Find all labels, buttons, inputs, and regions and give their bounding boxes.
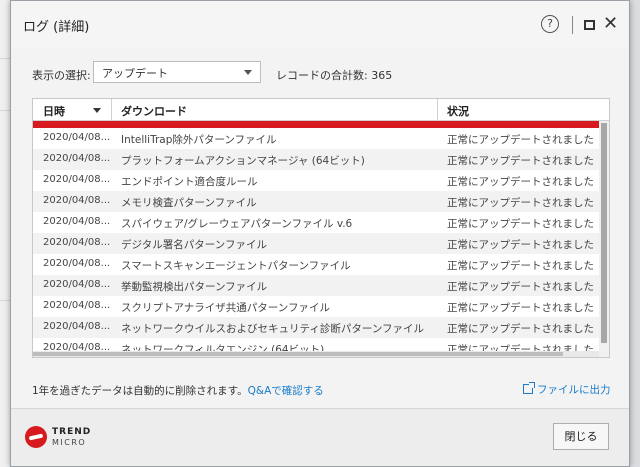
column-header-status[interactable]: 状況	[447, 103, 469, 119]
column-divider[interactable]	[111, 99, 112, 121]
retention-note-text: 1年を過ぎたデータは自動的に削除されます。	[32, 385, 248, 397]
dialog-content: 表示の選択: アップデート レコードの合計数: 365 日時 ダウンロード 状況…	[11, 48, 629, 408]
cell-date: 2020/04/08...	[43, 258, 111, 269]
cell-download: デジタル署名パターンファイル	[121, 239, 267, 251]
logo-text-trend: TREND	[52, 427, 92, 437]
cell-download: メモリ検査パターンファイル	[121, 197, 257, 209]
cell-status: 正常にアップデートされました	[447, 134, 594, 146]
table-row[interactable]: 2020/04/08... IntelliTrap除外パターンファイル 正常にアップ…	[33, 128, 599, 149]
table-header: 日時 ダウンロード 状況	[33, 99, 609, 121]
retention-note: 1年を過ぎたデータは自動的に削除されます。Q&Aで確認する	[32, 383, 324, 398]
logo-text-micro: MICRO	[52, 438, 87, 447]
cell-status: 正常にアップデートされました	[447, 323, 594, 335]
log-detail-dialog: ログ (詳細) ? ✕ 表示の選択: アップデート レコードの合計数: 365 …	[10, 0, 630, 467]
cell-status: 正常にアップデートされました	[447, 239, 594, 251]
sort-desc-icon[interactable]	[93, 108, 101, 113]
cell-download: スマートスキャンエージェントパターンファイル	[121, 260, 351, 272]
cell-date: 2020/04/08...	[43, 237, 111, 248]
export-label: ファイルに出力	[537, 384, 611, 396]
filter-label: 表示の選択:	[32, 69, 91, 82]
table-row[interactable]: 2020/04/08... プラットフォームアクションマネージャ (64ビット) 正…	[33, 149, 599, 170]
cell-status: 正常にアップデートされました	[447, 218, 594, 230]
table-row[interactable]: 2020/04/08... 挙動監視検出パターンファイル 正常にアップデートされまし…	[33, 275, 599, 296]
cell-date: 2020/04/08...	[43, 300, 111, 311]
external-link-icon	[523, 382, 535, 394]
cell-download: ネットワークウイルスおよびセキュリティ診断パターンファイル	[121, 323, 425, 335]
horizontal-scroll-thumb[interactable]	[33, 352, 563, 356]
column-divider[interactable]	[437, 99, 438, 121]
help-button[interactable]: ?	[541, 15, 559, 33]
cell-download: エンドポイント適合度ルール	[121, 176, 258, 188]
cell-download: スパイウェア/グレーウェアパターンファイル v.6	[121, 218, 353, 230]
table-row[interactable]: 2020/04/08... デジタル署名パターンファイル 正常にアップデートされまし…	[33, 233, 599, 254]
cell-date: 2020/04/08...	[43, 132, 111, 143]
cell-download: 挙動監視検出パターンファイル	[121, 281, 268, 293]
log-table: 日時 ダウンロード 状況 2020/04/08... IntelliTrap除外パ…	[32, 98, 610, 358]
vertical-scrollbar[interactable]	[599, 121, 609, 357]
table-row[interactable]: 2020/04/08... スマートスキャンエージェントパターンファイル 正常にアッ…	[33, 254, 599, 275]
faq-link[interactable]: Q&Aで確認する	[248, 385, 324, 397]
cell-date: 2020/04/08...	[43, 153, 111, 164]
close-window-button[interactable]: ✕	[603, 14, 618, 34]
log-type-selected: アップデート	[102, 67, 168, 80]
export-to-file-link[interactable]: ファイルに出力	[523, 382, 611, 397]
dialog-footer: TREND MICRO 閉じる	[11, 408, 629, 466]
cell-date: 2020/04/08...	[43, 321, 111, 332]
cell-date: 2020/04/08...	[43, 174, 111, 185]
cell-download: プラットフォームアクションマネージャ (64ビット)	[121, 155, 365, 167]
record-count-value: 365	[371, 69, 393, 82]
record-count-label: レコードの合計数:	[276, 69, 368, 82]
selected-row-highlight[interactable]	[33, 121, 599, 128]
column-header-download[interactable]: ダウンロード	[121, 103, 187, 119]
cell-download: スクリプトアナライザ共通パターンファイル	[121, 302, 330, 314]
background-right	[630, 0, 640, 467]
table-row[interactable]: 2020/04/08... エンドポイント適合度ルール 正常にアップデートされました	[33, 170, 599, 191]
chevron-down-icon	[244, 70, 252, 75]
title-bar: ログ (詳細) ? ✕	[11, 1, 629, 48]
table-body: 2020/04/08... IntelliTrap除外パターンファイル 正常にアップ…	[33, 128, 599, 357]
close-button[interactable]: 閉じる	[553, 423, 609, 450]
cell-date: 2020/04/08...	[43, 216, 111, 227]
trend-micro-logo: TREND MICRO	[25, 426, 95, 450]
table-row[interactable]: 2020/04/08... スクリプトアナライザ共通パターンファイル 正常にアップデ…	[33, 296, 599, 317]
trend-micro-logo-mark	[25, 426, 47, 448]
cell-status: 正常にアップデートされました	[447, 155, 594, 167]
table-row[interactable]: 2020/04/08... メモリ検査パターンファイル 正常にアップデートされました	[33, 191, 599, 212]
maximize-button[interactable]	[584, 20, 595, 30]
cell-date: 2020/04/08...	[43, 195, 111, 206]
cell-date: 2020/04/08...	[43, 279, 111, 290]
cell-status: 正常にアップデートされました	[447, 176, 594, 188]
table-row[interactable]: 2020/04/08... ネットワークウイルスおよびセキュリティ診断パターンファ…	[33, 317, 599, 338]
cell-status: 正常にアップデートされました	[447, 197, 594, 209]
window-title: ログ (詳細)	[23, 20, 90, 35]
cell-status: 正常にアップデートされました	[447, 281, 594, 293]
record-count: レコードの合計数: 365	[276, 67, 392, 83]
cell-status: 正常にアップデートされました	[447, 302, 594, 314]
cell-status: 正常にアップデートされました	[447, 260, 594, 272]
vertical-scroll-thumb[interactable]	[601, 123, 607, 343]
column-header-date[interactable]: 日時	[43, 103, 65, 119]
log-type-select[interactable]: アップデート	[93, 61, 261, 83]
titlebar-separator	[572, 16, 573, 34]
table-row[interactable]: 2020/04/08... スパイウェア/グレーウェアパターンファイル v.6 正常…	[33, 212, 599, 233]
cell-download: IntelliTrap除外パターンファイル	[121, 134, 277, 146]
horizontal-scrollbar[interactable]	[33, 351, 599, 357]
